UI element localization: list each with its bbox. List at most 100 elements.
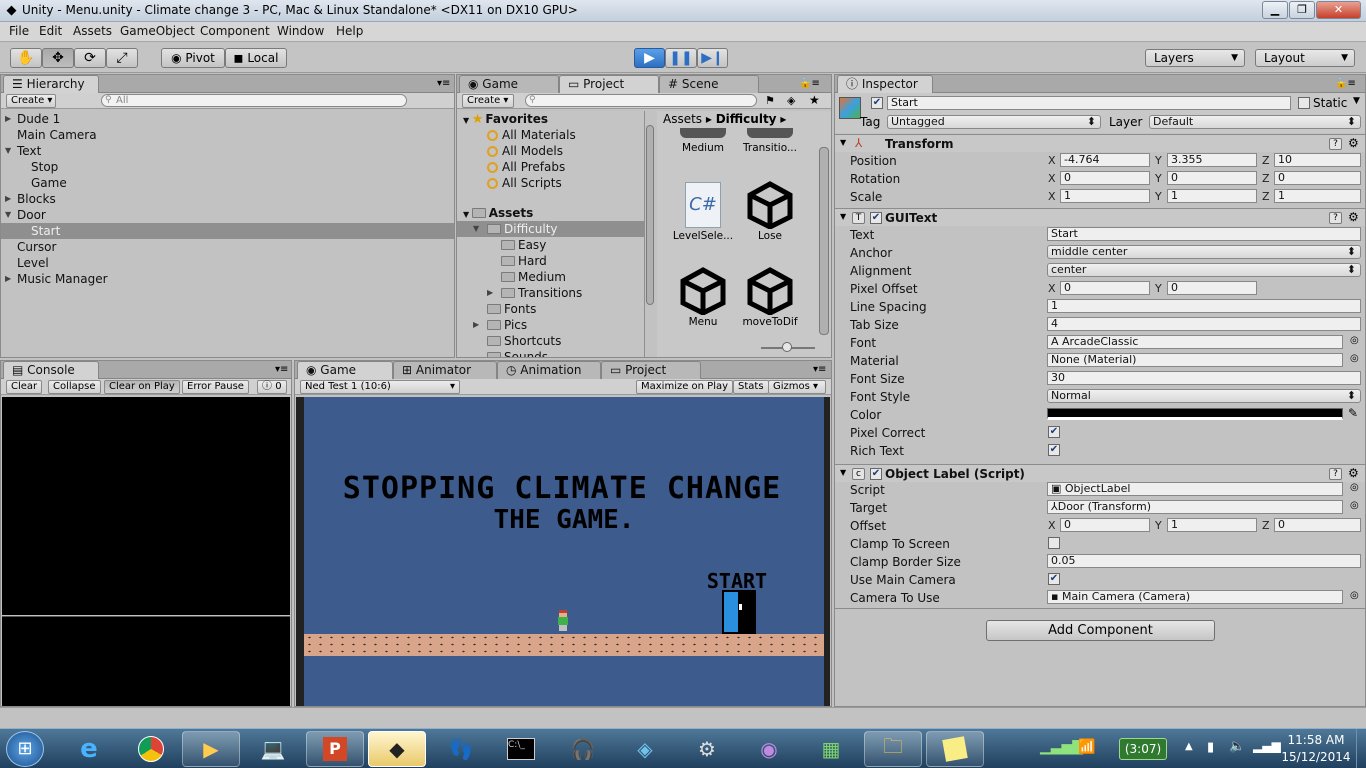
camera-to-use-field[interactable]: ▪ Main Camera (Camera) [1047, 590, 1343, 604]
favorites-item[interactable]: All Prefabs [487, 159, 644, 175]
transform-z-field[interactable]: 10 [1274, 153, 1361, 167]
filter-label-icon[interactable]: ◈ [787, 94, 795, 107]
console-info-count[interactable]: ⓘ 0 [257, 380, 287, 394]
volume-icon[interactable]: 🔈 [1229, 739, 1245, 754]
breadcrumb-difficulty[interactable]: Difficulty [716, 112, 777, 126]
hierarchy-item[interactable]: ▶ Dude 1 [1, 111, 454, 127]
show-desktop-button[interactable] [1356, 729, 1366, 768]
settings-app-icon[interactable]: ⚙ [678, 731, 736, 767]
object-picker-icon[interactable]: ◎ [1350, 353, 1359, 364]
project-search-input[interactable]: ⚲ [525, 94, 757, 107]
object-picker-icon[interactable]: ◎ [1350, 335, 1359, 346]
asset-levelselect[interactable]: C# LevelSele... [668, 180, 738, 242]
transform-x-field[interactable]: 1 [1060, 189, 1150, 203]
menu-window[interactable]: Window [277, 24, 324, 38]
hierarchy-item[interactable]: Cursor [1, 239, 454, 255]
asset-movetodif[interactable]: moveToDif [735, 266, 805, 328]
hierarchy-create-button[interactable]: Create ▾ [6, 94, 56, 108]
script-field[interactable]: ▣ ObjectLabel [1047, 482, 1343, 496]
tab-animator[interactable]: ⊞ Animator [393, 361, 497, 380]
asset-medium[interactable]: Medium [668, 128, 738, 154]
menu-assets[interactable]: Assets [73, 24, 112, 38]
use-main-camera-checkbox[interactable]: ✔ [1048, 573, 1060, 585]
lock-icon[interactable]: 🔒≡ [799, 78, 820, 89]
hierarchy-item[interactable]: Stop [1, 159, 454, 175]
slider-thumb[interactable] [782, 342, 792, 352]
footprint-icon[interactable]: 👣 [432, 731, 490, 767]
asset-tree-item[interactable]: ▶ Transitions [457, 285, 644, 301]
asset-tree-item[interactable]: Fonts [457, 301, 644, 317]
media-player-icon[interactable]: ▶ [182, 731, 240, 767]
hierarchy-item[interactable]: ▼ Text [1, 143, 454, 159]
clock-date[interactable]: 15/12/2014 [1280, 750, 1352, 764]
step-button[interactable]: ▶❙ [697, 48, 728, 68]
show-hidden-icons[interactable]: ▲ [1185, 741, 1193, 752]
menu-edit[interactable]: Edit [39, 24, 62, 38]
transform-header[interactable]: ▼ ⅄ Transform ? ⚙ [835, 134, 1365, 152]
object-picker-icon[interactable]: ◎ [1350, 590, 1359, 601]
console-error-pause-button[interactable]: Error Pause [182, 380, 249, 394]
chrome-icon[interactable] [122, 731, 180, 767]
tab-console[interactable]: ▤ Console [3, 361, 99, 380]
monitor-app-icon[interactable]: ▦ [802, 731, 860, 767]
tab-project-2[interactable]: ▭ Project [601, 361, 701, 380]
help-icon[interactable]: ? [1329, 138, 1342, 150]
favorites-item[interactable]: All Materials [487, 127, 644, 143]
panel-menu-icon[interactable]: ▾≡ [275, 364, 288, 375]
offset-z-field[interactable]: 0 [1274, 518, 1361, 532]
signal-strength-icon[interactable]: ▁▃▅▇ [1040, 739, 1083, 755]
static-checkbox[interactable]: ✔ [1298, 97, 1310, 109]
asset-tree-item[interactable]: Shortcuts [457, 333, 644, 349]
pixel-offset-y-field[interactable]: 0 [1167, 281, 1257, 295]
rotate-tool-icon[interactable]: ⟳ [74, 48, 106, 68]
asset-tree-item[interactable]: Hard [457, 253, 644, 269]
close-button[interactable]: ✕ [1316, 1, 1361, 19]
panel-menu-icon[interactable]: ▾≡ [437, 78, 450, 89]
laptop-icon[interactable]: 💻 [244, 731, 302, 767]
pixel-offset-x-field[interactable]: 0 [1060, 281, 1150, 295]
clamp-border-field[interactable]: 0.05 [1047, 554, 1361, 568]
sticky-notes-icon[interactable] [926, 731, 984, 767]
gear-icon[interactable]: ⚙ [1348, 210, 1359, 224]
guitext-enabled-checkbox[interactable]: ✔ [870, 212, 882, 224]
battery-indicator[interactable]: (3:07) [1119, 738, 1167, 760]
expand-arrow-icon[interactable]: ▶ [473, 317, 479, 333]
object-picker-icon[interactable]: ◎ [1350, 482, 1359, 493]
explorer-icon[interactable]: 🗀 [864, 731, 922, 767]
rich-text-checkbox[interactable]: ✔ [1048, 444, 1060, 456]
tab-inspector[interactable]: ⓘ Inspector [837, 75, 933, 94]
grid-scrollbar[interactable] [819, 147, 829, 335]
collapse-arrow-icon[interactable]: ▼ [5, 143, 11, 159]
transform-x-field[interactable]: 0 [1060, 171, 1150, 185]
tab-game[interactable]: ◉ Game [459, 75, 559, 94]
tree-scrollbar[interactable] [645, 125, 655, 305]
active-checkbox[interactable]: ✔ [871, 97, 883, 109]
hierarchy-item[interactable]: Main Camera [1, 127, 454, 143]
guitext-header[interactable]: ▼ T ✔ GUIText ? ⚙ [835, 208, 1365, 226]
ie-icon[interactable]: e [60, 731, 118, 767]
expand-arrow-icon[interactable]: ▶ [5, 191, 11, 207]
anchor-dropdown[interactable]: middle center ⬍ [1047, 245, 1361, 259]
font-style-dropdown[interactable]: Normal ⬍ [1047, 389, 1361, 403]
transform-z-field[interactable]: 0 [1274, 171, 1361, 185]
network-icon[interactable]: ▂▄▆ [1253, 739, 1281, 753]
maximize-button[interactable]: ❐ [1289, 1, 1315, 19]
wifi-icon[interactable]: 📶 [1078, 739, 1095, 755]
offset-x-field[interactable]: 0 [1060, 518, 1150, 532]
target-field[interactable]: ⅄Door (Transform) [1047, 500, 1343, 514]
filter-type-icon[interactable]: ⚑ [765, 94, 775, 107]
line-spacing-field[interactable]: 1 [1047, 299, 1361, 313]
hierarchy-item[interactable]: Game [1, 175, 454, 191]
clock-time[interactable]: 11:58 AM [1280, 733, 1352, 747]
object-picker-icon[interactable]: ◎ [1350, 500, 1359, 511]
move-tool-icon[interactable]: ✥ [42, 48, 74, 68]
tab-hierarchy[interactable]: ☰ Hierarchy [3, 75, 99, 94]
static-dropdown-icon[interactable]: ▼ [1353, 96, 1360, 106]
tab-project[interactable]: ▭ Project [559, 75, 659, 94]
asset-tree-item[interactable]: Medium [457, 269, 644, 285]
tab-scene[interactable]: # Scene [659, 75, 759, 94]
scale-tool-icon[interactable]: ⤢ [106, 48, 138, 68]
favorites-header[interactable]: ▼ ★ Favorites [463, 111, 644, 127]
panel-menu-icon[interactable]: ▾≡ [813, 364, 826, 375]
asset-tree-item[interactable]: ▶ Pics [457, 317, 644, 333]
